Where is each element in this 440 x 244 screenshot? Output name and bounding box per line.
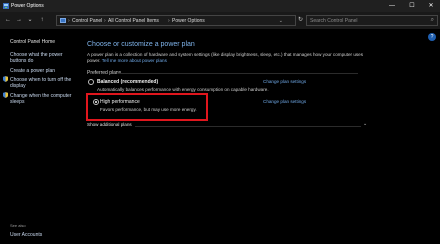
highlight-box: [86, 93, 208, 121]
title-bar: Power Options — ☐ ✕: [0, 0, 440, 12]
main-content: ? Choose or customize a power plan A pow…: [80, 29, 440, 244]
breadcrumb-separator: ›: [68, 18, 70, 24]
left-pane: Control Panel Home Choose what the power…: [0, 29, 80, 244]
balanced-plan-name[interactable]: Balanced (recommended): [97, 79, 158, 85]
maximize-button[interactable]: ☐: [405, 1, 419, 11]
power-plans-help-link[interactable]: Tell me more about power plans: [102, 58, 167, 63]
search-input[interactable]: Search Control Panel ⌕: [306, 15, 438, 26]
page-title: Choose or customize a power plan: [87, 41, 195, 48]
breadcrumb-control-panel[interactable]: Control Panel: [72, 18, 102, 24]
power-buttons-link[interactable]: Choose what the power buttons do: [10, 52, 66, 64]
help-icon[interactable]: ?: [428, 33, 436, 41]
divider: [118, 73, 358, 74]
preferred-plans-label: Preferred plans: [87, 70, 122, 76]
turn-off-display-link[interactable]: Choose when to turn off the display: [10, 77, 72, 89]
computer-sleeps-link[interactable]: Change when the computer sleeps: [10, 93, 72, 105]
balanced-plan-radio[interactable]: [88, 79, 94, 85]
back-button[interactable]: ←: [4, 16, 12, 25]
address-bar[interactable]: › Control Panel › All Control Panel Item…: [56, 15, 296, 26]
window-title: Power Options: [11, 3, 44, 9]
breadcrumb-separator: ›: [168, 18, 170, 24]
breadcrumb-all-items[interactable]: All Control Panel Items: [108, 18, 159, 24]
minimize-button[interactable]: —: [385, 1, 399, 11]
divider: [135, 126, 361, 127]
balanced-change-plan-settings-link[interactable]: Change plan settings: [263, 79, 306, 84]
up-button[interactable]: ↑: [38, 16, 46, 25]
show-additional-plans-button[interactable]: Show additional plans: [87, 122, 132, 127]
address-toolbar: ← → ⌄ ↑ › Control Panel › All Control Pa…: [0, 12, 440, 29]
shield-icon: [3, 76, 8, 82]
refresh-icon[interactable]: ↻: [298, 16, 303, 23]
close-button[interactable]: ✕: [424, 1, 438, 11]
control-panel-icon: [60, 18, 66, 23]
see-also-label: See also: [10, 223, 26, 228]
recent-locations-button[interactable]: ⌄: [26, 16, 34, 25]
forward-button[interactable]: →: [15, 16, 23, 25]
user-accounts-link[interactable]: User Accounts: [10, 232, 42, 238]
address-dropdown-icon[interactable]: ⌄: [279, 18, 283, 24]
search-placeholder: Search Control Panel: [310, 18, 358, 24]
control-panel-home-link[interactable]: Control Panel Home: [10, 39, 55, 45]
high-performance-change-plan-settings-link[interactable]: Change plan settings: [263, 99, 306, 104]
balanced-plan-description: Automatically balances performance with …: [97, 87, 269, 92]
search-icon: ⌕: [430, 17, 434, 23]
chevron-down-icon[interactable]: ⌄: [363, 121, 367, 127]
intro-text: A power plan is a collection of hardware…: [87, 52, 377, 64]
power-options-icon: [3, 3, 9, 9]
breadcrumb-separator: ›: [104, 18, 106, 24]
breadcrumb-power-options[interactable]: Power Options: [172, 18, 205, 24]
create-power-plan-link[interactable]: Create a power plan: [10, 68, 55, 74]
shield-icon: [3, 92, 8, 98]
